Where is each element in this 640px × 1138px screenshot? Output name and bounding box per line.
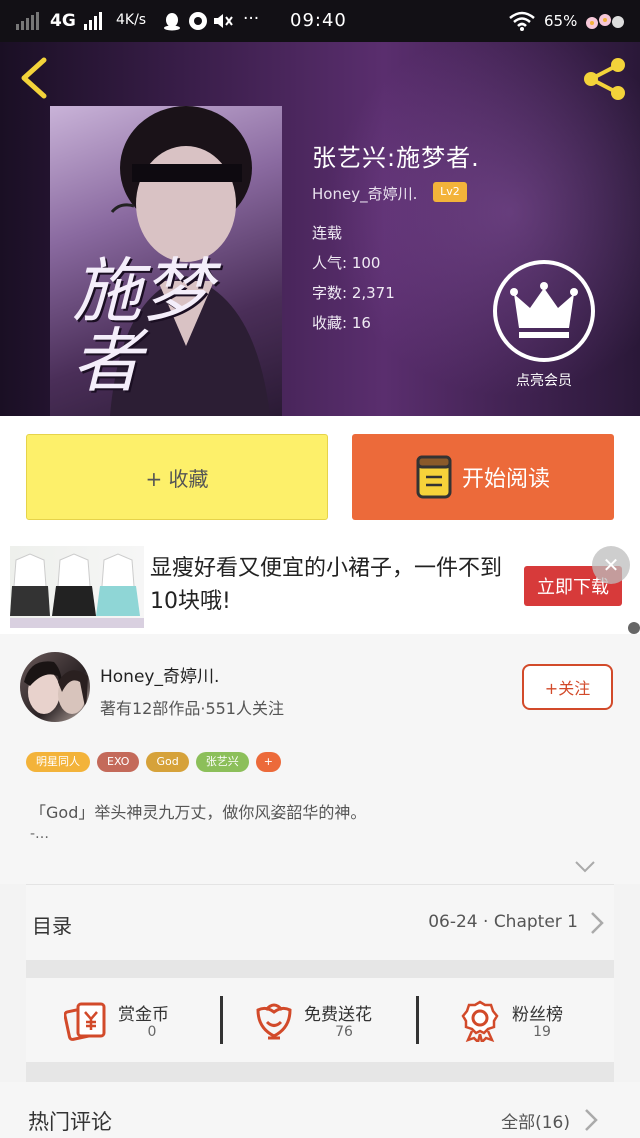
tag-item[interactable]: God (146, 752, 189, 772)
author-stats: 著有12部作品·551人关注 (100, 699, 284, 718)
clock: 09:40 (290, 10, 347, 31)
catalog-label: 目录 (32, 914, 72, 938)
crown-icon (510, 282, 578, 338)
stats-row: 赏金币 0 免费送花 76 粉丝榜 19 (26, 978, 614, 1062)
author-avatar[interactable] (20, 652, 90, 722)
start-reading-button[interactable]: 开始阅读 (352, 434, 614, 520)
favorite-button[interactable]: + 收藏 (26, 434, 328, 520)
signal-icon (16, 12, 39, 30)
ad-close-button[interactable]: ✕ (592, 546, 630, 584)
divider (26, 1062, 614, 1082)
signal-strength-icon (84, 12, 102, 30)
book-icon (416, 455, 452, 499)
stat-separator (220, 996, 223, 1044)
tag-item[interactable]: 张艺兴 (195, 752, 249, 772)
send-flowers-button[interactable]: 免费送花 76 (224, 978, 416, 1062)
book-popularity: 人气: 100 (312, 254, 381, 272)
back-arrow-icon[interactable] (14, 56, 54, 100)
ad-text[interactable]: 显瘦好看又便宜的小裙子，一件不到10块哦! (150, 552, 510, 618)
divider (26, 960, 614, 978)
add-tag-button[interactable]: + (255, 752, 281, 772)
reward-coins-label: 赏金币 (118, 1005, 169, 1025)
ad-dresses-image (10, 553, 144, 628)
stat-separator (416, 996, 419, 1044)
fan-ranking-button[interactable]: 粉丝榜 19 (420, 978, 614, 1062)
more-status-icon: ··· (243, 9, 260, 29)
hot-comments-header[interactable]: 热门评论 全部(16) (0, 1082, 640, 1138)
author-name[interactable]: Honey_奇婷川. (100, 662, 219, 687)
qq-icon (164, 13, 180, 31)
ad-banner[interactable]: 显瘦好看又便宜的小裙子，一件不到10块哦! 立即下载 (0, 540, 640, 634)
author-level-badge: Lv2 (433, 182, 467, 202)
vip-label[interactable]: 点亮会员 (490, 370, 598, 390)
tag-item[interactable]: 明星同人 (26, 752, 90, 772)
follow-button[interactable]: +关注 (522, 664, 613, 710)
avatar-image (24, 661, 88, 714)
book-author[interactable]: Honey_奇婷川. (312, 183, 417, 204)
author-card: Honey_奇婷川. 著有12部作品·551人关注 +关注 明星同人 EXO G… (0, 634, 640, 884)
latest-chapter: 06-24 · Chapter 1 (428, 912, 578, 932)
fan-ranking-value: 19 (533, 1024, 551, 1040)
vip-button[interactable] (493, 260, 595, 362)
reward-coins-value: 0 (147, 1024, 157, 1040)
start-reading-label: 开始阅读 (461, 467, 550, 492)
app-notification-icon (189, 12, 207, 30)
all-comments-link[interactable]: 全部(16) (501, 1108, 570, 1133)
share-icon[interactable] (580, 54, 630, 104)
book-cover[interactable]: 施梦者 (50, 106, 282, 416)
book-header: 施梦者 张艺兴:施梦者. Honey_奇婷川. Lv2 连载 人气: 100 字… (0, 42, 640, 416)
cover-art-title: 施梦者 (72, 250, 212, 402)
status-bar: 4G 4K/s ··· 09:40 65% (0, 0, 640, 42)
ad-image (10, 546, 144, 628)
book-intro-more: -… (30, 826, 50, 842)
fan-ranking-label: 粉丝榜 (512, 1005, 563, 1025)
book-detail-screen: 4G 4K/s ··· 09:40 65% 施梦者 张艺兴:施梦者. Honey… (0, 0, 640, 1138)
battery-percent: 65% (544, 12, 578, 30)
action-bar: + 收藏 开始阅读 (0, 416, 640, 540)
tag-item[interactable]: EXO (97, 752, 140, 772)
battery-flowers-icon (586, 14, 624, 29)
send-flowers-value: 76 (335, 1024, 353, 1040)
medal-icon (461, 1000, 499, 1042)
book-title: 张艺兴:施梦者. (312, 144, 480, 172)
catalog-row[interactable]: 目录 06-24 · Chapter 1 (26, 884, 614, 960)
send-flowers-label: 免费送花 (304, 1005, 372, 1025)
network-type: 4G (50, 11, 76, 31)
book-word-count: 字数: 2,371 (312, 284, 395, 302)
book-intro: 「God」举头神灵九万丈，做你风姿韶华的神。 (30, 803, 367, 822)
ad-marker-icon (628, 622, 640, 634)
network-speed: 4K/s (116, 12, 147, 28)
chevron-right-icon (585, 1109, 598, 1131)
favorite-button-label: + 收藏 (145, 466, 209, 491)
mute-icon (214, 14, 233, 28)
coins-envelope-icon (64, 1002, 106, 1041)
flower-icon (256, 1003, 292, 1040)
wifi-icon (509, 11, 535, 31)
tag-list: 明星同人 EXO God 张艺兴 + (26, 752, 281, 772)
book-status: 连载 (312, 224, 343, 242)
hot-comments-label: 热门评论 (28, 1110, 112, 1134)
chevron-right-icon (591, 912, 604, 934)
reward-coins-button[interactable]: 赏金币 0 (26, 978, 222, 1062)
book-favorites: 收藏: 16 (312, 314, 371, 332)
expand-chevron-icon[interactable] (574, 860, 596, 874)
